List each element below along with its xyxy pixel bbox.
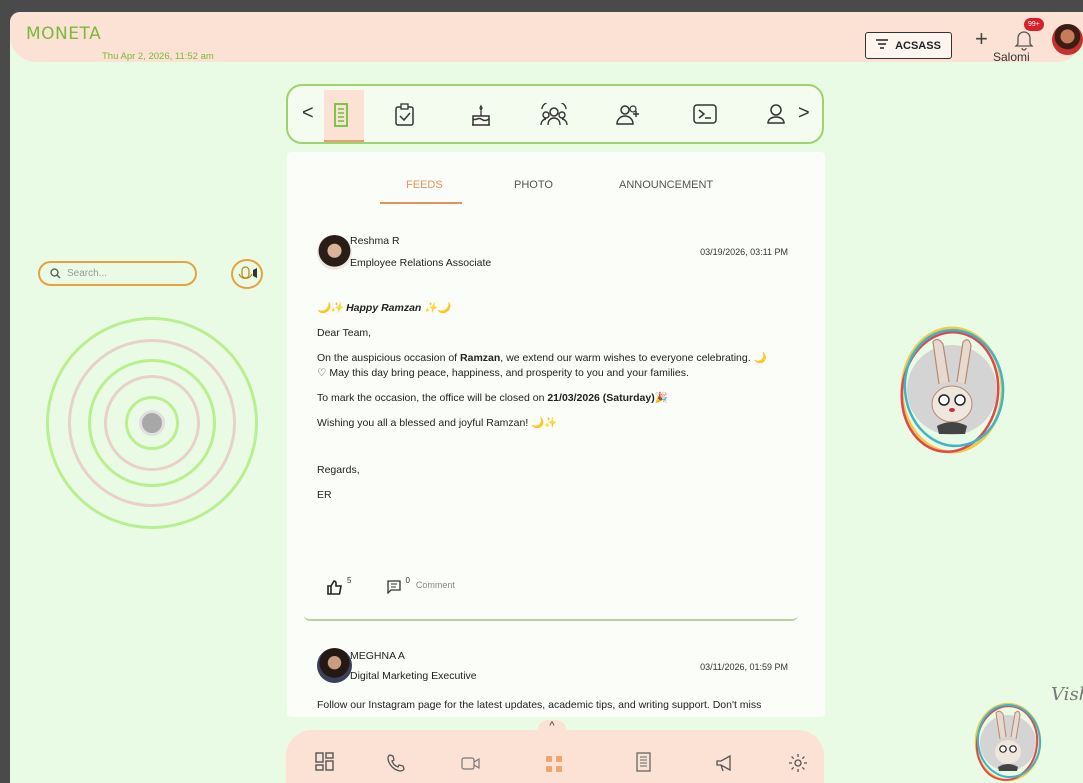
search-placeholder: Search...: [67, 268, 108, 279]
post-title: 🌙✨ Happy Ramzan ✨🌙: [317, 302, 451, 314]
document-icon[interactable]: [636, 752, 652, 772]
phone-icon[interactable]: [387, 754, 405, 772]
post-paragraph: Wishing you all a blessed and joyful Ram…: [317, 417, 558, 429]
notification-badge: 99+: [1024, 18, 1044, 31]
feed-panel: FEEDS PHOTO ANNOUNCEMENT Reshma R Employ…: [287, 152, 825, 717]
prev-arrow-icon[interactable]: <: [302, 102, 314, 125]
feed-post: MEGHNA A Digital Marketing Executive 03/…: [304, 642, 798, 717]
post-preview: Follow our Instagram page for the latest…: [317, 699, 762, 711]
mascot-mini-avatar[interactable]: [973, 697, 1043, 783]
post-author-role: Digital Marketing Executive: [350, 670, 477, 682]
post-author-avatar[interactable]: [317, 648, 352, 683]
terminal-icon[interactable]: [692, 103, 718, 125]
post-author-avatar[interactable]: [317, 235, 352, 270]
voice-search-button[interactable]: [231, 259, 263, 289]
module-icon-bar: < >: [286, 84, 824, 144]
comment-label: Comment: [415, 580, 455, 590]
feed-post: Reshma R Employee Relations Associate 03…: [304, 225, 798, 621]
top-bar: MONETA Thu Apr 2, 2026, 11:52 am ACSASS …: [10, 12, 1083, 64]
feed-icon[interactable]: [333, 103, 351, 127]
post-greeting: Dear Team,: [317, 327, 372, 339]
post-author-name[interactable]: MEGHNA A: [350, 650, 405, 662]
current-datetime: Thu Apr 2, 2026, 11:52 am: [102, 51, 214, 62]
user-name: Salomi: [993, 50, 1030, 64]
megaphone-icon[interactable]: [715, 754, 735, 772]
center-user-icon[interactable]: [139, 410, 165, 436]
birthday-cake-icon[interactable]: [469, 103, 493, 127]
mascot-avatar[interactable]: [897, 322, 1007, 460]
bottom-dock: [286, 730, 824, 783]
plus-icon[interactable]: +: [975, 28, 988, 50]
post-date: 03/19/2026, 03:11 PM: [700, 247, 788, 257]
add-user-icon[interactable]: [615, 103, 641, 127]
post-author-name[interactable]: Reshma R: [350, 235, 400, 247]
team-icon[interactable]: [538, 103, 570, 127]
company-filter-button[interactable]: ACSASS: [865, 32, 952, 59]
app-window: MONETA Thu Apr 2, 2026, 11:52 am ACSASS …: [10, 12, 1083, 783]
tasks-icon[interactable]: [394, 103, 416, 127]
nearby-radar: [46, 317, 258, 529]
comment-button[interactable]: 0 Comment: [387, 576, 455, 594]
post-author-role: Employee Relations Associate: [350, 257, 492, 269]
tab-feeds[interactable]: FEEDS: [406, 179, 443, 191]
post-paragraph: To mark the occasion, the office will be…: [317, 392, 668, 404]
search-input[interactable]: Search...: [38, 261, 197, 286]
comment-icon: [387, 580, 402, 594]
microphone-icon: [238, 266, 257, 280]
video-icon[interactable]: [461, 757, 481, 770]
like-count: 5: [347, 576, 352, 585]
like-button[interactable]: 5: [327, 576, 351, 595]
settings-icon[interactable]: [788, 753, 808, 773]
user-avatar[interactable]: [1052, 24, 1083, 55]
post-body: 🌙✨ Happy Ramzan ✨🌙 Dear Team, On the aus…: [317, 301, 797, 513]
dashboard-icon[interactable]: [315, 752, 335, 772]
active-tab-indicator: [380, 202, 462, 204]
post-paragraph: On the auspicious occasion of Ramzan, we…: [317, 352, 767, 379]
apps-icon[interactable]: [545, 755, 563, 773]
feed-tabs: FEEDS PHOTO ANNOUNCEMENT: [287, 179, 825, 209]
filter-icon: [876, 39, 889, 52]
bell-icon[interactable]: [1014, 29, 1034, 51]
post-date: 03/11/2026, 01:59 PM: [700, 662, 788, 672]
search-icon: [50, 268, 61, 279]
app-logo[interactable]: MONETA: [26, 24, 101, 44]
next-arrow-icon[interactable]: >: [798, 102, 810, 125]
post-signature: ER: [317, 489, 332, 501]
tab-photo[interactable]: PHOTO: [514, 179, 553, 191]
post-actions: 5 0 Comment: [327, 576, 455, 595]
filter-label: ACSASS: [895, 39, 941, 52]
tab-announcement[interactable]: ANNOUNCEMENT: [619, 179, 713, 191]
profile-icon[interactable]: [766, 103, 786, 125]
comment-count: 0: [405, 576, 410, 585]
thumbs-up-icon: [327, 580, 342, 595]
signature-mark: Vish: [1051, 684, 1083, 705]
post-regards: Regards,: [317, 464, 360, 476]
